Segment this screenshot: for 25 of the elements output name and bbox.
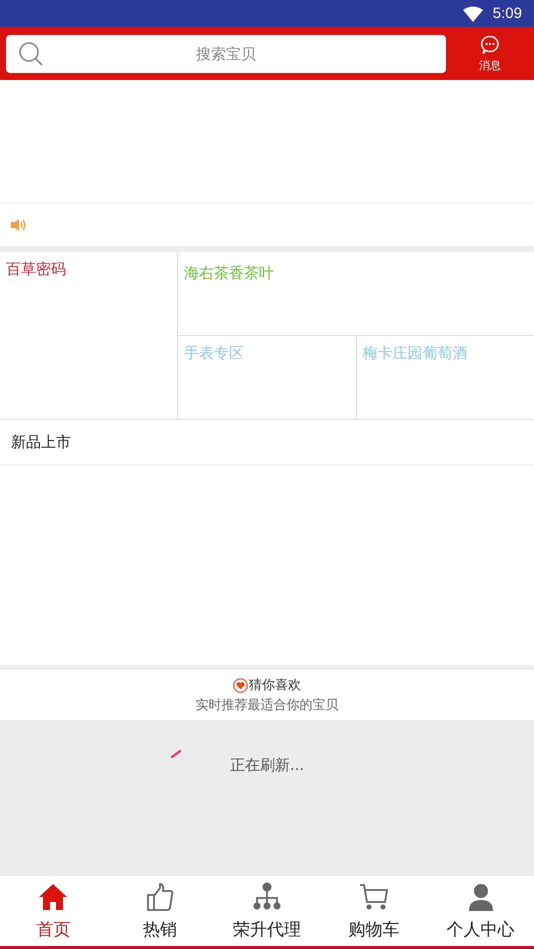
section-subtitle: 实时推荐最适合你的宝贝 [196, 697, 338, 714]
search-field[interactable]: 搜索宝贝 [6, 34, 446, 72]
loading-spinner-icon [171, 750, 181, 758]
nav-tab[interactable]: 购物车 [320, 876, 428, 946]
section-title: 猜你喜欢 [249, 677, 301, 694]
house-icon [38, 882, 68, 912]
loading-text: 正在刷新... [230, 756, 304, 776]
section-title: 新品上市 [11, 432, 71, 452]
speaker-icon [10, 218, 26, 232]
category-label: 百草密码 [6, 260, 66, 278]
hierarchy-icon [252, 882, 282, 912]
nav-tab[interactable]: 个人中心 [427, 876, 534, 946]
chat-bubble-icon [480, 34, 500, 54]
category-tile[interactable]: 百草密码 [0, 252, 178, 419]
nav-tab[interactable]: 热销 [106, 876, 214, 946]
category-label: 梅卡庄园葡萄酒 [362, 344, 468, 362]
wifi-icon [462, 6, 483, 22]
messages-button[interactable]: 消息 [446, 34, 534, 72]
cart-icon [358, 882, 389, 912]
nav-tab[interactable]: 首页 [0, 876, 107, 946]
clock-time: 5:09 [492, 5, 522, 22]
category-label: 手表专区 [184, 344, 244, 362]
thumbs-up-icon [145, 882, 176, 912]
nav-tab[interactable]: 荣升代理 [214, 876, 320, 946]
category-label: 海右茶香茶叶 [184, 264, 274, 282]
